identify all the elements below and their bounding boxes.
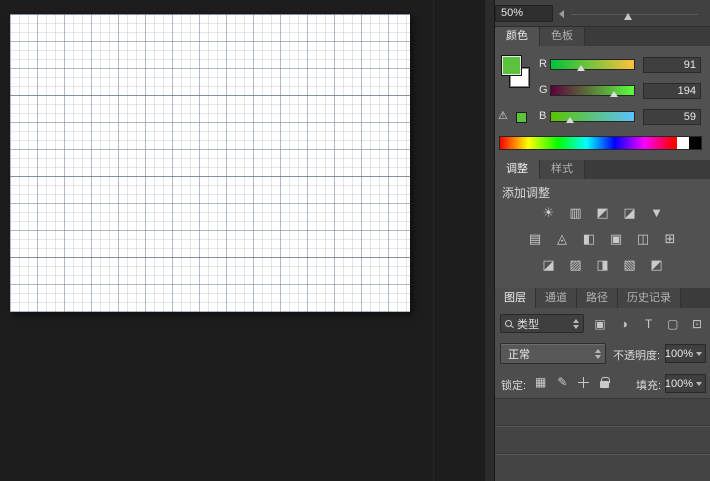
adjustment-icon-vibrance[interactable]: ▼ <box>645 203 669 223</box>
zoom-bar: 50% <box>495 0 710 27</box>
adjustment-icon-row: ▤ ◬ ◧ ▣ ◫ ⊞ <box>495 229 710 249</box>
adjustment-icon-row: ☀ ▥ ◩ ◪ ▼ <box>495 203 710 223</box>
channel-value-red[interactable]: 91 <box>643 57 701 73</box>
filter-shape-layers-icon[interactable]: ▢ <box>663 317 683 331</box>
gamut-color-swatch[interactable] <box>516 112 527 123</box>
layers-list[interactable] <box>495 398 710 481</box>
add-adjustment-title: 添加调整 <box>502 184 550 201</box>
channel-label-red: R <box>539 58 547 70</box>
opacity-field[interactable]: 100% <box>665 344 706 363</box>
channel-slider-red[interactable] <box>550 59 635 70</box>
panel-dock-gutter[interactable] <box>484 0 495 481</box>
channel-slider-blue[interactable] <box>550 111 635 122</box>
color-panel-body: R 91 G 194 ⚠ B <box>495 46 710 160</box>
fill-value: 100% <box>665 378 693 390</box>
tab-history[interactable]: 历史记录 <box>618 288 681 308</box>
layer-filter-kind-dropdown[interactable]: 类型 <box>500 314 584 333</box>
lock-image-pixels-icon[interactable]: ✎ <box>557 373 567 391</box>
opacity-value: 100% <box>665 348 693 360</box>
chevron-updown-icon <box>573 319 579 329</box>
chevron-down-icon <box>696 382 702 386</box>
panel-dock: 50% 颜色 色板 R 91 <box>495 0 710 481</box>
adjustment-icon-black-white[interactable]: ◧ <box>577 229 601 249</box>
fill-field[interactable]: 100% <box>665 374 706 393</box>
tab-styles[interactable]: 样式 <box>540 160 585 179</box>
channel-slider-green[interactable] <box>550 85 635 96</box>
lock-buttons: ▦ ✎ <box>535 373 609 391</box>
blend-mode-value: 正常 <box>508 346 595 362</box>
adjustment-icon-exposure[interactable]: ◪ <box>618 203 642 223</box>
chevron-down-icon <box>696 352 702 356</box>
search-icon <box>505 320 512 327</box>
adjustment-icon-curves[interactable]: ◩ <box>591 203 615 223</box>
adjustments-panel: 调整 样式 添加调整 ☀ ▥ ◩ ◪ ▼ ▤ ◬ ◧ ▣ ◫ ⊞ ◪ ▨ <box>495 160 710 288</box>
channel-slider-thumb-blue[interactable] <box>566 117 574 123</box>
filter-smart-objects-icon[interactable]: ⊡ <box>687 317 707 331</box>
lock-all-icon[interactable] <box>600 381 609 388</box>
opacity-label: 不透明度: <box>613 347 660 363</box>
layer-row-separator <box>495 425 710 426</box>
tab-adjustments[interactable]: 调整 <box>495 160 540 179</box>
canvas-area[interactable] <box>0 0 484 481</box>
adjustment-icon-row: ◪ ▨ ◨ ▧ ◩ <box>495 255 710 275</box>
adjustment-icon-channel-mixer[interactable]: ◫ <box>631 229 655 249</box>
adjustment-icon-gradient-map[interactable]: ▧ <box>618 255 642 275</box>
chevron-updown-icon <box>595 349 601 359</box>
adjustment-icon-brightness-contrast[interactable]: ☀ <box>537 203 561 223</box>
adjustments-tab-bar: 调整 样式 <box>495 160 710 179</box>
lock-label: 锁定: <box>501 377 526 393</box>
zoom-slider-min-icon[interactable] <box>559 10 564 18</box>
channel-row-blue: ⚠ B 59 <box>495 109 710 125</box>
fill-label: 填充: <box>636 377 661 393</box>
color-spectrum-ramp[interactable] <box>499 136 702 150</box>
canvas-edge-line <box>433 0 434 481</box>
tab-layers[interactable]: 图层 <box>495 288 536 308</box>
adjustment-icon-color-balance[interactable]: ◬ <box>550 229 574 249</box>
filter-type-layers-icon[interactable]: T <box>639 317 659 331</box>
layer-filter-kind-label: 类型 <box>517 316 573 332</box>
channel-slider-thumb-red[interactable] <box>577 65 585 71</box>
layers-tab-bar: 图层 通道 路径 历史记录 <box>495 288 710 308</box>
zoom-slider-thumb[interactable] <box>624 13 632 20</box>
blend-mode-dropdown[interactable]: 正常 <box>500 343 606 364</box>
gamut-warning-icon[interactable]: ⚠ <box>498 109 508 123</box>
adjustment-icon-levels[interactable]: ▥ <box>564 203 588 223</box>
adjustment-icon-threshold[interactable]: ◨ <box>591 255 615 275</box>
channel-value-blue[interactable]: 59 <box>643 109 701 125</box>
lock-transparent-pixels-icon[interactable]: ▦ <box>535 373 546 391</box>
tab-color[interactable]: 颜色 <box>495 27 540 46</box>
channel-label-green: G <box>539 84 548 96</box>
lock-position-icon[interactable] <box>578 377 589 388</box>
adjustment-icon-invert[interactable]: ◪ <box>537 255 561 275</box>
adjustment-icon-posterize[interactable]: ▨ <box>564 255 588 275</box>
layer-row-separator <box>495 453 710 454</box>
channel-slider-thumb-green[interactable] <box>610 91 618 97</box>
foreground-color-swatch[interactable] <box>502 56 521 75</box>
color-panel: 颜色 色板 R 91 G 194 <box>495 27 710 160</box>
document-canvas[interactable] <box>10 14 410 312</box>
channel-value-green[interactable]: 194 <box>643 83 701 99</box>
filter-adjustment-layers-icon[interactable]: ◑ <box>614 317 634 331</box>
tab-channels[interactable]: 通道 <box>536 288 577 308</box>
layer-filter-buttons: ▣ ◑ T ▢ ⊡ <box>590 314 707 333</box>
filter-pixel-layers-icon[interactable]: ▣ <box>590 317 610 331</box>
tab-swatches[interactable]: 色板 <box>540 27 585 46</box>
adjustment-icon-selective-color[interactable]: ◩ <box>645 255 669 275</box>
photoshop-window: 50% 颜色 色板 R 91 <box>0 0 710 481</box>
tab-paths[interactable]: 路径 <box>577 288 618 308</box>
color-panel-tab-bar: 颜色 色板 <box>495 27 710 46</box>
layers-panel: 图层 通道 路径 历史记录 类型 ▣ ◑ T ▢ ⊡ 正常 <box>495 288 710 481</box>
zoom-slider[interactable] <box>571 8 698 20</box>
adjustment-icon-hue-saturation[interactable]: ▤ <box>523 229 547 249</box>
zoom-level-field[interactable]: 50% <box>495 5 553 22</box>
adjustment-icon-photo-filter[interactable]: ▣ <box>604 229 628 249</box>
channel-label-blue: B <box>539 110 546 122</box>
adjustment-icon-color-lookup[interactable]: ⊞ <box>658 229 682 249</box>
